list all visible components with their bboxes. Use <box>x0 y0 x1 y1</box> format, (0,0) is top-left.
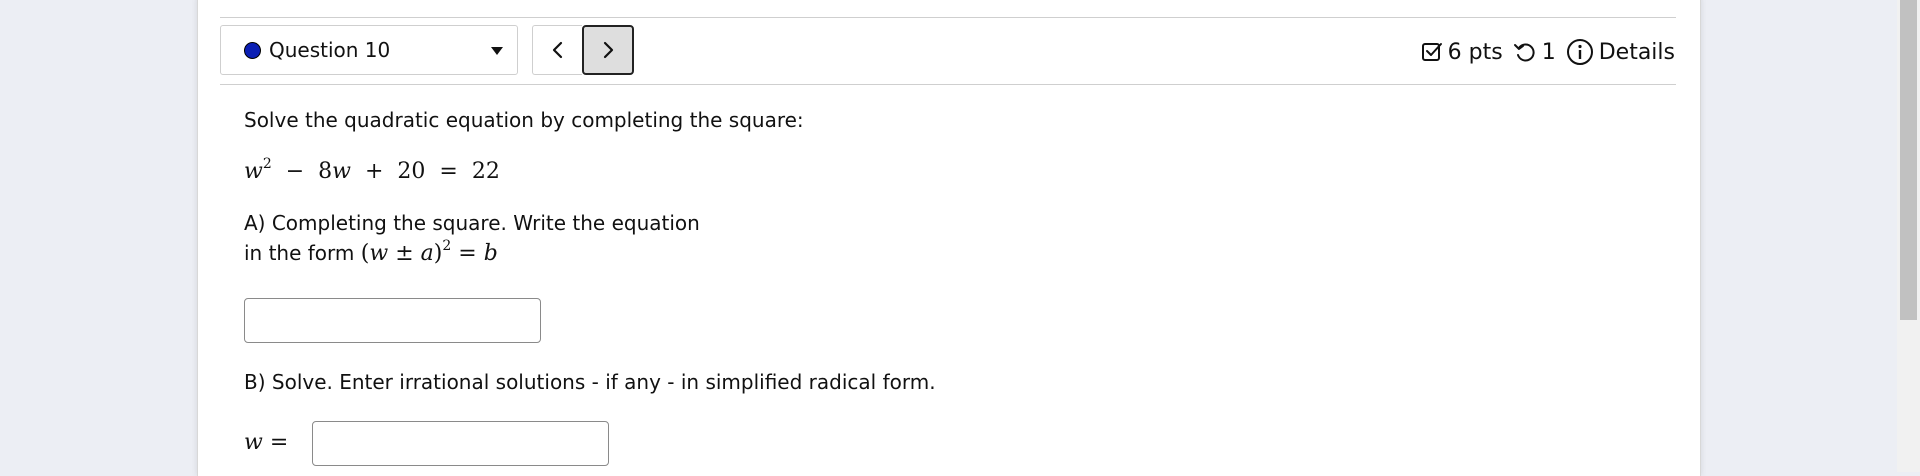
part-a-prompt: A) Completing the square. Write the equa… <box>244 211 700 235</box>
instruction-text: Solve the quadratic equation by completi… <box>244 108 804 132</box>
attempts-count: 1 <box>1541 39 1556 65</box>
retry-icon <box>1513 41 1537 63</box>
scrollbar-thumb[interactable] <box>1900 0 1917 320</box>
form-expression: (w ± a)2 = b <box>360 238 498 266</box>
top-divider <box>220 17 1676 18</box>
chevron-left-icon <box>552 41 562 59</box>
caret-down-icon <box>491 47 503 55</box>
part-a-prompt-form: in the form (w ± a)2 = b <box>244 238 498 266</box>
answer-a-input[interactable] <box>244 298 541 343</box>
answer-b-input[interactable] <box>312 421 609 466</box>
equation: w2 − 8w + 20 = 22 <box>244 156 500 184</box>
question-select[interactable]: Question 10 <box>220 25 518 75</box>
next-question-button[interactable] <box>582 25 634 75</box>
checkbox-icon <box>1421 41 1443 63</box>
question-meta: 6 pts 1 Details <box>1421 38 1675 66</box>
w-equals-label: w = <box>244 430 289 455</box>
part-b-prompt: B) Solve. Enter irrational solutions - i… <box>244 370 936 394</box>
info-icon[interactable] <box>1566 38 1594 66</box>
part-a-form-label: in the form <box>244 241 355 265</box>
points-text: 6 pts <box>1447 39 1503 65</box>
question-select-label: Question 10 <box>269 38 391 62</box>
previous-question-button[interactable] <box>532 25 582 75</box>
header-divider <box>220 84 1676 85</box>
chevron-right-icon <box>603 41 614 59</box>
details-link[interactable]: Details <box>1599 40 1675 65</box>
question-status-dot <box>244 41 261 59</box>
